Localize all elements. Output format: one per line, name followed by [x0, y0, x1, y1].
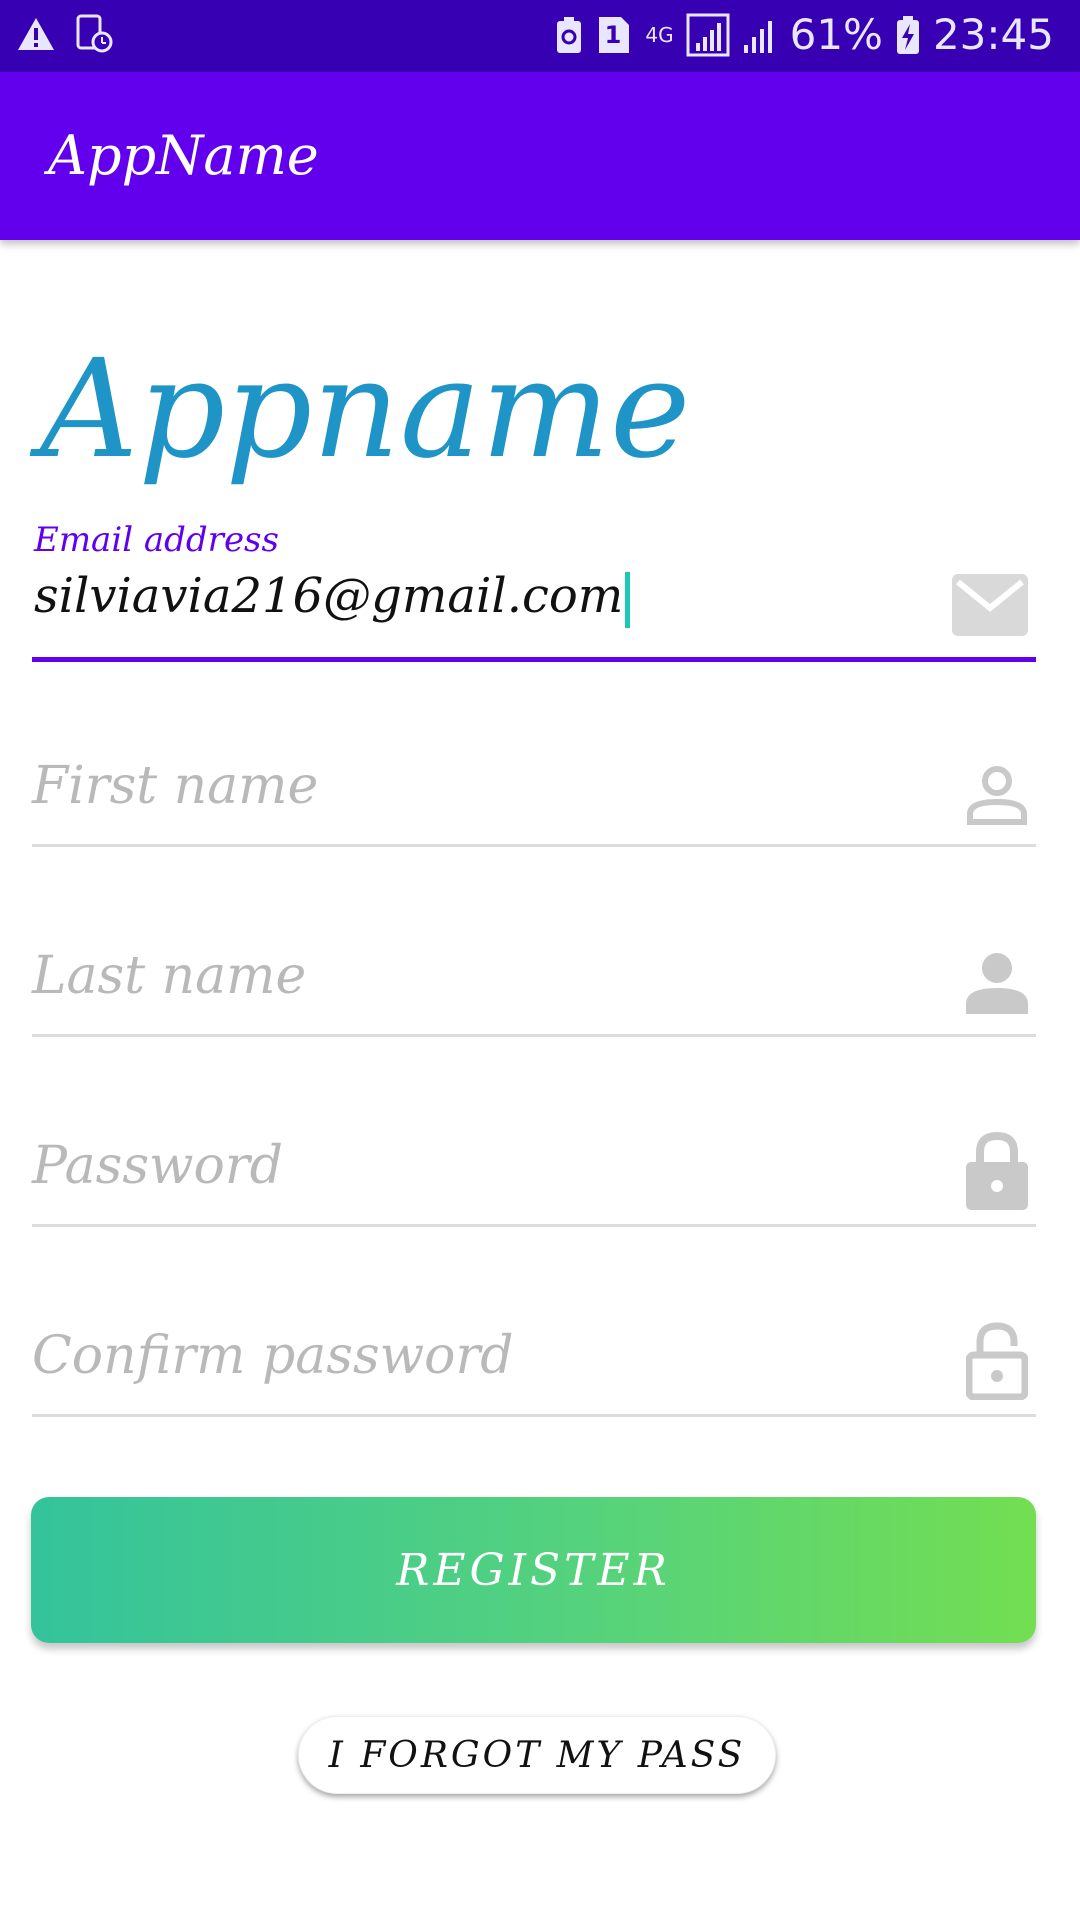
clock-file-icon: [74, 14, 114, 54]
app-bar-title: AppName: [48, 124, 319, 187]
register-button[interactable]: REGISTER: [31, 1497, 1036, 1643]
battery-charging-icon: [895, 14, 921, 56]
register-button-label: REGISTER: [396, 1544, 671, 1596]
sim-icon: 1: [595, 15, 648, 55]
forgot-password-label: I FORGOT MY PASS: [328, 1734, 746, 1776]
first-name-underline: [32, 844, 1036, 847]
alert-icon: [16, 16, 56, 52]
confirm-password-field[interactable]: Confirm password: [32, 1320, 1036, 1420]
signal-icon: [686, 13, 730, 57]
person-icon: [966, 952, 1028, 1018]
hero-title: Appname: [40, 331, 691, 489]
first-name-field[interactable]: First name: [32, 750, 1036, 850]
last-name-input[interactable]: Last name: [32, 946, 306, 1006]
signal-icon: [742, 15, 778, 55]
network-4g-icon: 4G: [645, 23, 674, 47]
email-underline: [32, 657, 1036, 662]
confirm-password-input[interactable]: Confirm password: [32, 1326, 514, 1386]
battery-saver-icon: [555, 15, 583, 55]
email-label: Email address: [34, 520, 279, 560]
clock-time: 23:45: [932, 10, 1054, 59]
text-caret: [625, 571, 631, 628]
forgot-password-button[interactable]: I FORGOT MY PASS: [298, 1716, 776, 1794]
password-underline: [32, 1224, 1036, 1227]
sim-badge: 1: [604, 21, 622, 49]
battery-percent: 61%: [789, 10, 883, 59]
email-input-value[interactable]: silviavia216@gmail.com: [34, 568, 623, 624]
lock-icon: [966, 1130, 1028, 1214]
first-name-input[interactable]: First name: [32, 756, 318, 816]
password-field[interactable]: Password: [32, 1130, 1036, 1230]
app-bar: AppName: [0, 72, 1080, 240]
email-field[interactable]: Email address silviavia216@gmail.com: [32, 520, 1036, 665]
status-bar: 1 4G 61% 23:45: [0, 0, 1080, 72]
email-icon: [952, 574, 1028, 640]
lock-open-icon: [965, 1320, 1029, 1404]
password-input[interactable]: Password: [32, 1136, 283, 1196]
register-screen: 1 4G 61% 23:45 AppName Appname Email add…: [0, 0, 1080, 1920]
person-outline-icon: [966, 764, 1028, 830]
last-name-underline: [32, 1034, 1036, 1037]
last-name-field[interactable]: Last name: [32, 940, 1036, 1040]
confirm-password-underline: [32, 1414, 1036, 1417]
